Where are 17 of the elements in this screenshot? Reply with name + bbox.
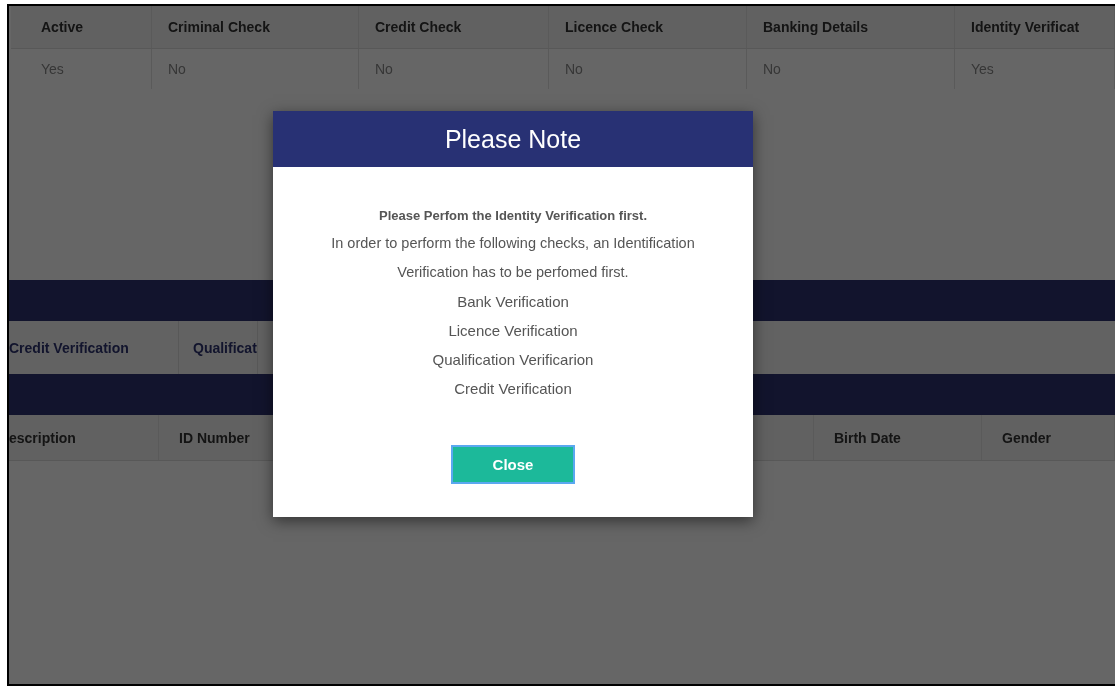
check-list-item: Credit Verification bbox=[454, 379, 572, 399]
column-header: Licence Check bbox=[549, 6, 747, 48]
column-header: Active bbox=[11, 6, 152, 48]
column-header: escription bbox=[9, 415, 159, 460]
column-header: Banking Details bbox=[747, 6, 955, 48]
check-list-item: Bank Verification bbox=[457, 292, 569, 312]
check-list-item: Licence Verification bbox=[448, 321, 578, 341]
column-header: Credit Check bbox=[359, 6, 549, 48]
column-header: Identity Verificat bbox=[955, 6, 1115, 48]
dialog-heading: Please Perfom the Identity Verification first. bbox=[379, 207, 647, 225]
dialog-message: In order to perform the following checks, an Identification Verification has to be perfomed first. bbox=[330, 234, 696, 282]
check-list-item: Qualification Verificarion bbox=[432, 350, 594, 370]
column-header: Criminal Check bbox=[152, 6, 359, 48]
column-header: Birth Date bbox=[814, 415, 982, 460]
close-button[interactable]: Close bbox=[451, 445, 575, 484]
dialog-title: Please Note bbox=[444, 124, 582, 154]
column-header: Gender bbox=[982, 415, 1115, 460]
